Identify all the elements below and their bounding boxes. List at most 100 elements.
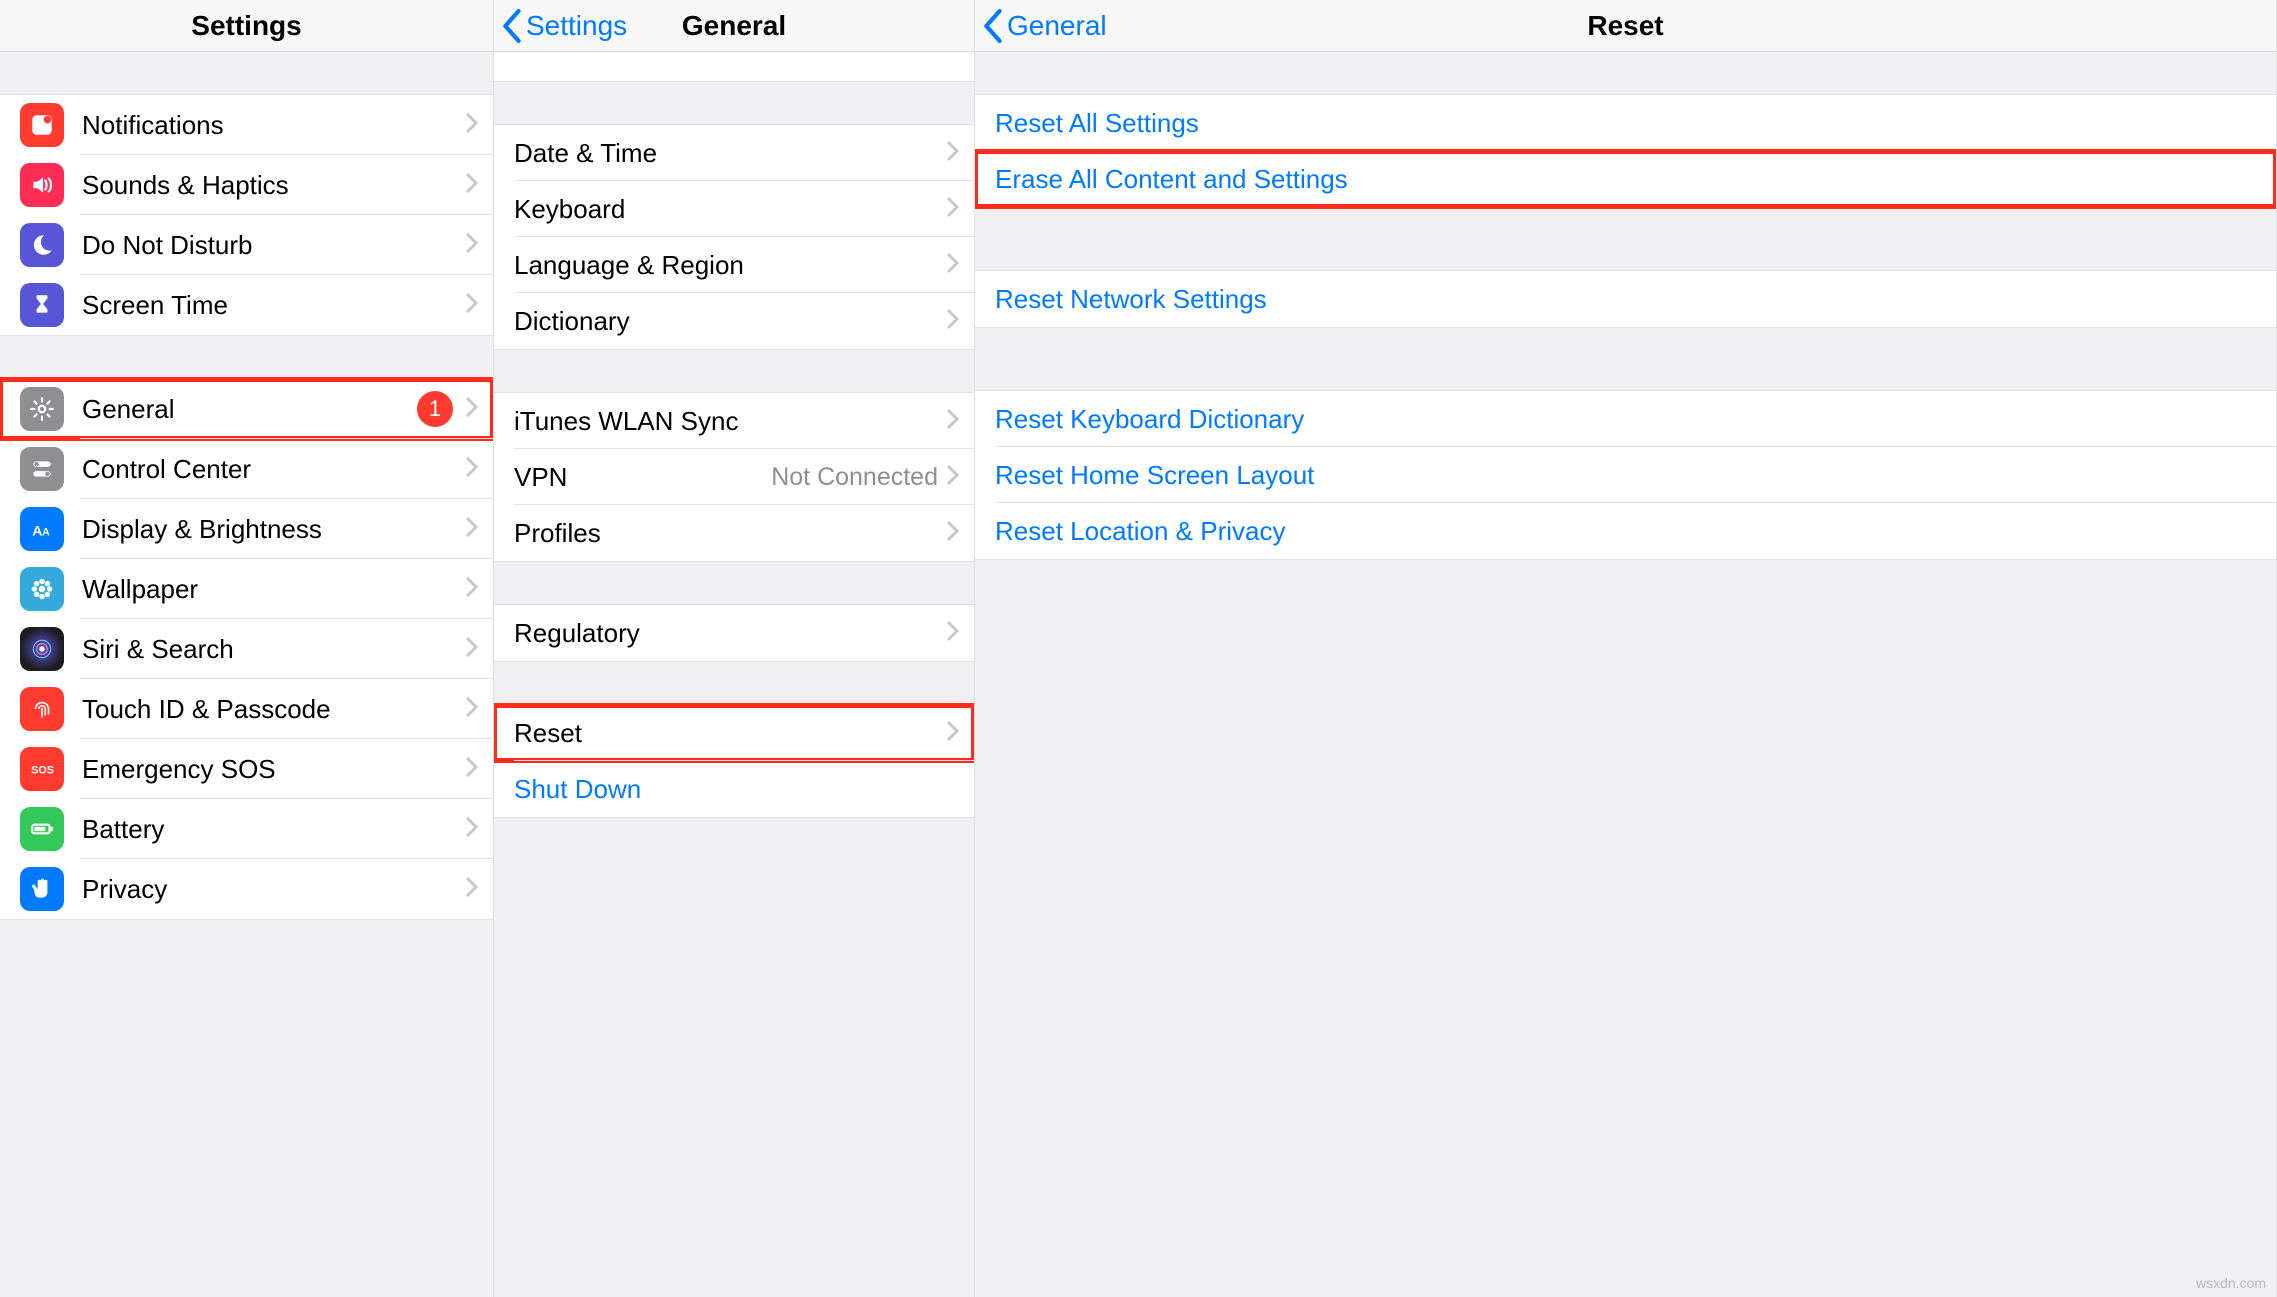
settings-title: Settings xyxy=(191,10,301,42)
aa-icon: AA xyxy=(20,507,64,551)
reset-pane: General Reset Reset All Settings Erase Al… xyxy=(975,0,2277,1297)
fingerprint-icon xyxy=(20,687,64,731)
chevron-right-icon xyxy=(465,230,479,261)
gear-icon xyxy=(20,387,64,431)
row-eraseall[interactable]: Erase All Content and Settings xyxy=(975,151,2276,207)
sos-icon: SOS xyxy=(20,747,64,791)
list-group: Reset Shut Down xyxy=(494,704,974,818)
chevron-right-icon xyxy=(465,874,479,905)
chevron-right-icon xyxy=(465,694,479,725)
list-group: General1Control CenterAADisplay & Bright… xyxy=(0,378,493,920)
row-label: Notifications xyxy=(82,110,465,141)
chevron-right-icon xyxy=(946,250,960,281)
chevron-right-icon xyxy=(946,406,960,437)
back-to-general[interactable]: General xyxy=(983,0,1107,51)
badge: 1 xyxy=(417,391,453,427)
row-label: Profiles xyxy=(514,518,946,549)
row-wallpaper[interactable]: Wallpaper xyxy=(0,559,493,619)
reset-navbar: General Reset xyxy=(975,0,2276,52)
speaker-icon xyxy=(20,163,64,207)
reset-list[interactable]: Reset All Settings Erase All Content and … xyxy=(975,52,2276,1297)
row-battery[interactable]: Battery xyxy=(0,799,493,859)
chevron-right-icon xyxy=(465,574,479,605)
back-to-settings[interactable]: Settings xyxy=(502,0,627,51)
row-language[interactable]: Language & Region xyxy=(494,237,974,293)
row-regulatory[interactable]: Regulatory xyxy=(494,605,974,661)
row-label: Do Not Disturb xyxy=(82,230,465,261)
row-label: Reset All Settings xyxy=(995,108,2262,139)
chevron-right-icon xyxy=(946,618,960,649)
chevron-right-icon xyxy=(946,194,960,225)
row-dictionary[interactable]: Dictionary xyxy=(494,293,974,349)
siri-icon xyxy=(20,627,64,671)
list-group: Reset Keyboard Dictionary Reset Home Scre… xyxy=(975,390,2276,560)
row-screentime[interactable]: Screen Time xyxy=(0,275,493,335)
settings-pane: Settings Notifications Sounds & Haptics Do… xyxy=(0,0,494,1297)
row-label: VPN xyxy=(514,462,771,493)
row-label: Display & Brightness xyxy=(82,514,465,545)
list-group: Date & Time KeyboardLanguage & RegionDict… xyxy=(494,124,974,350)
row-dnd[interactable]: Do Not Disturb xyxy=(0,215,493,275)
row-resethome[interactable]: Reset Home Screen Layout xyxy=(975,447,2276,503)
row-label: iTunes WLAN Sync xyxy=(514,406,946,437)
row-reset[interactable]: Reset xyxy=(494,705,974,761)
row-label: Emergency SOS xyxy=(82,754,465,785)
row-label: Privacy xyxy=(82,874,465,905)
list-group: Reset Network Settings xyxy=(975,270,2276,328)
list-group: iTunes WLAN Sync VPNNot Connected Profiles xyxy=(494,392,974,562)
row-label: Shut Down xyxy=(514,774,960,805)
row-label: Screen Time xyxy=(82,290,465,321)
row-label: General xyxy=(82,394,417,425)
row-general[interactable]: General1 xyxy=(0,379,493,439)
chevron-right-icon xyxy=(465,170,479,201)
watermark: wsxdn.com xyxy=(2196,1275,2266,1291)
chevron-left-icon xyxy=(502,9,522,43)
chevron-right-icon xyxy=(465,754,479,785)
row-detail: Not Connected xyxy=(771,463,938,492)
settings-list[interactable]: Notifications Sounds & Haptics Do Not Dist… xyxy=(0,52,493,1297)
row-controlcenter[interactable]: Control Center xyxy=(0,439,493,499)
battery-icon xyxy=(20,807,64,851)
toggles-icon xyxy=(20,447,64,491)
reset-title: Reset xyxy=(1587,10,1663,42)
row-ituneswlan[interactable]: iTunes WLAN Sync xyxy=(494,393,974,449)
back-label: General xyxy=(1007,10,1107,42)
chevron-right-icon xyxy=(465,814,479,845)
general-list[interactable]: Date & Time KeyboardLanguage & RegionDict… xyxy=(494,52,974,1297)
row-vpn[interactable]: VPNNot Connected xyxy=(494,449,974,505)
svg-text:A: A xyxy=(32,523,42,539)
chevron-right-icon xyxy=(946,138,960,169)
list-group: Reset All Settings Erase All Content and … xyxy=(975,94,2276,208)
row-shutdown[interactable]: Shut Down xyxy=(494,761,974,817)
svg-text:A: A xyxy=(42,527,50,539)
row-display[interactable]: AA Display & Brightness xyxy=(0,499,493,559)
row-privacy[interactable]: Privacy xyxy=(0,859,493,919)
row-label: Reset Location & Privacy xyxy=(995,516,2262,547)
settings-navbar: Settings xyxy=(0,0,493,52)
chevron-right-icon xyxy=(946,306,960,337)
row-notifications[interactable]: Notifications xyxy=(0,95,493,155)
row-resetkbd[interactable]: Reset Keyboard Dictionary xyxy=(975,391,2276,447)
row-resetloc[interactable]: Reset Location & Privacy xyxy=(975,503,2276,559)
chevron-right-icon xyxy=(465,514,479,545)
row-label: Touch ID & Passcode xyxy=(82,694,465,725)
row-siri[interactable]: Siri & Search xyxy=(0,619,493,679)
bell-icon xyxy=(20,103,64,147)
row-datetime[interactable]: Date & Time xyxy=(494,125,974,181)
row-resetall[interactable]: Reset All Settings xyxy=(975,95,2276,151)
row-sos[interactable]: SOS Emergency SOS xyxy=(0,739,493,799)
general-navbar: Settings General xyxy=(494,0,974,52)
row-label: Date & Time xyxy=(514,138,946,169)
row-label: Reset Network Settings xyxy=(995,284,2262,315)
row-touchid[interactable]: Touch ID & Passcode xyxy=(0,679,493,739)
row-resetnet[interactable]: Reset Network Settings xyxy=(975,271,2276,327)
row-profiles[interactable]: Profiles xyxy=(494,505,974,561)
chevron-right-icon xyxy=(946,518,960,549)
row-label: Reset Home Screen Layout xyxy=(995,460,2262,491)
chevron-right-icon xyxy=(465,454,479,485)
row-sounds[interactable]: Sounds & Haptics xyxy=(0,155,493,215)
general-title: General xyxy=(682,10,786,42)
moon-icon xyxy=(20,223,64,267)
row-keyboard[interactable]: Keyboard xyxy=(494,181,974,237)
row-label: Regulatory xyxy=(514,618,946,649)
